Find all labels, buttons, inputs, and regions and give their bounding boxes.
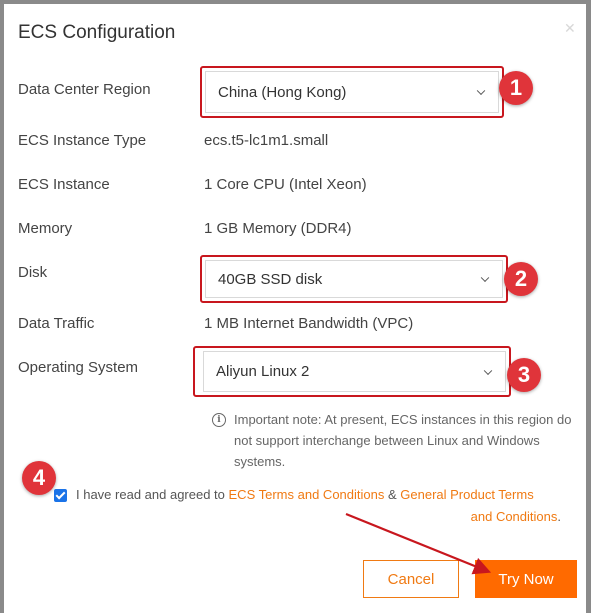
instance-type-value: ecs.t5-lc1m1.small [204,132,329,149]
info-icon: i [212,413,226,427]
agreement-suffix: . [557,509,561,524]
agreement-text: I have read and agreed to ECS Terms and … [76,484,561,528]
cancel-button[interactable]: Cancel [363,560,459,598]
os-select[interactable]: Aliyun Linux 2 [203,351,506,392]
os-note: i Important note: At present, ECS instan… [212,409,572,472]
memory-value: 1 GB Memory (DDR4) [204,220,352,237]
general-terms-link-part2[interactable]: and Conditions [471,509,558,524]
agree-checkbox[interactable] [54,489,67,502]
agreement-joiner: & [384,487,401,502]
data-traffic-value: 1 MB Internet Bandwidth (VPC) [204,315,414,332]
os-label: Operating System [18,359,139,376]
region-label: Data Center Region [18,81,151,98]
close-icon[interactable]: ✕ [564,20,576,37]
note-text: Important note: At present, ECS instance… [234,412,572,469]
os-selected-value: Aliyun Linux 2 [216,363,310,380]
annotation-badge-3: 3 [507,358,541,392]
region-selected-value: China (Hong Kong) [218,83,347,101]
disk-highlight: 40GB SSD disk [200,255,508,303]
chevron-down-icon [476,86,486,96]
memory-label: Memory [18,220,73,237]
annotation-badge-2: 2 [504,262,538,296]
region-select[interactable]: China (Hong Kong) [205,71,499,113]
annotation-badge-1: 1 [499,71,533,105]
disk-select[interactable]: 40GB SSD disk [205,260,503,298]
data-traffic-label: Data Traffic [18,315,95,332]
instance-label: ECS Instance [18,176,110,193]
general-terms-link-part1[interactable]: General Product Terms [400,487,533,502]
disk-label: Disk [18,264,48,281]
agreement-prefix: I have read and agreed to [76,487,229,502]
chevron-down-icon [483,366,493,375]
region-highlight: China (Hong Kong) [200,66,504,118]
annotation-badge-4: 4 [22,461,56,495]
chevron-down-icon [480,273,490,283]
instance-value: 1 Core CPU (Intel Xeon) [204,176,367,193]
os-highlight: Aliyun Linux 2 [193,346,511,397]
ecs-configuration-dialog: ECS Configuration ✕ Data Center Region C… [4,4,586,613]
ecs-terms-link[interactable]: ECS Terms and Conditions [229,487,385,502]
instance-type-label: ECS Instance Type [18,132,147,149]
dialog-title: ECS Configuration [18,22,176,43]
disk-selected-value: 40GB SSD disk [218,270,323,288]
try-now-button[interactable]: Try Now [475,560,577,598]
